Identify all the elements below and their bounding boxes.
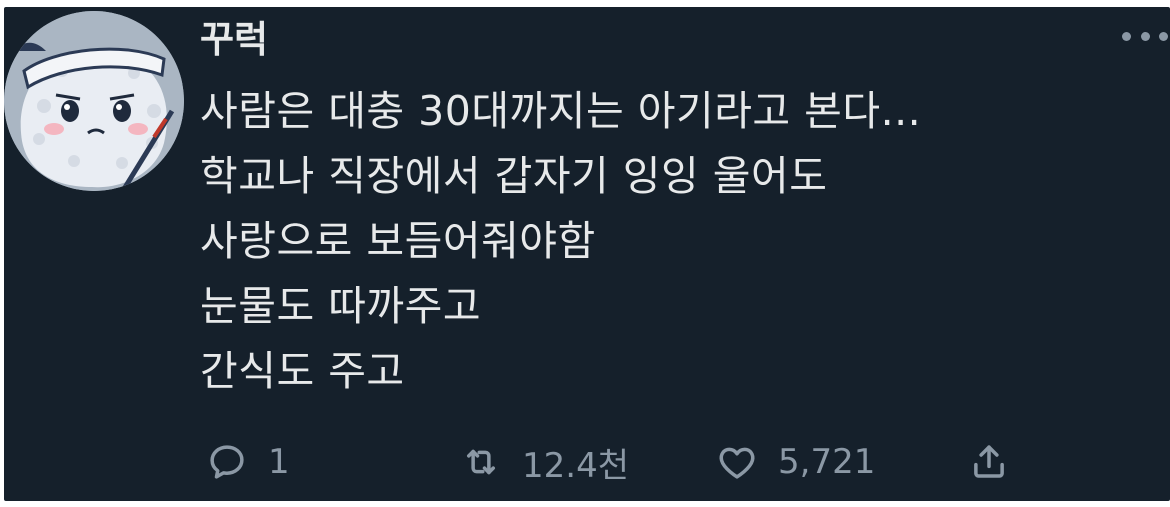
reply-count: 1 [268,442,290,482]
tweet-text-line: 눈물도 따까주고 [200,282,482,330]
tweet-text-line: 학교나 직장에서 갑자기 잉잉 울어도 [200,152,828,200]
tweet-card: 꾸럭 사람은 대충 30대까지는 아기라고 본다... 학교나 직장에서 갑자기… [4,7,1170,501]
reply-icon [210,445,244,479]
rice-cake-character-icon [4,11,184,191]
tweet-text-line: 사람은 대충 30대까지는 아기라고 본다... [200,87,922,135]
tweet-actions: 1 12.4천 5,721 [200,432,1080,492]
tweet-text-line: 사랑으로 보듬어줘야함 [200,217,596,265]
dot [1122,31,1131,41]
tweet-text-line: 간식도 주고 [200,347,405,395]
screenshot: 꾸럭 사람은 대충 30대까지는 아기라고 본다... 학교나 직장에서 갑자기… [0,0,1170,507]
share-button[interactable] [968,432,1010,492]
author-name[interactable]: 꾸럭 [200,15,268,65]
retweet-count: 12.4천 [522,445,629,486]
like-count: 5,721 [778,442,876,482]
dot [1140,31,1150,41]
reply-button[interactable]: 1 [206,432,290,492]
dot [1159,31,1168,41]
avatar[interactable] [4,11,184,191]
tweet-text: 사람은 대충 30대까지는 아기라고 본다... 학교나 직장에서 갑자기 잉잉… [200,79,1130,404]
like-button[interactable]: 5,721 [716,432,875,492]
retweet-icon [467,449,495,475]
more-options-icon[interactable] [1122,23,1168,49]
retweet-button[interactable]: 12.4천 [460,432,629,492]
share-icon [974,445,1004,478]
heart-icon [719,447,755,479]
